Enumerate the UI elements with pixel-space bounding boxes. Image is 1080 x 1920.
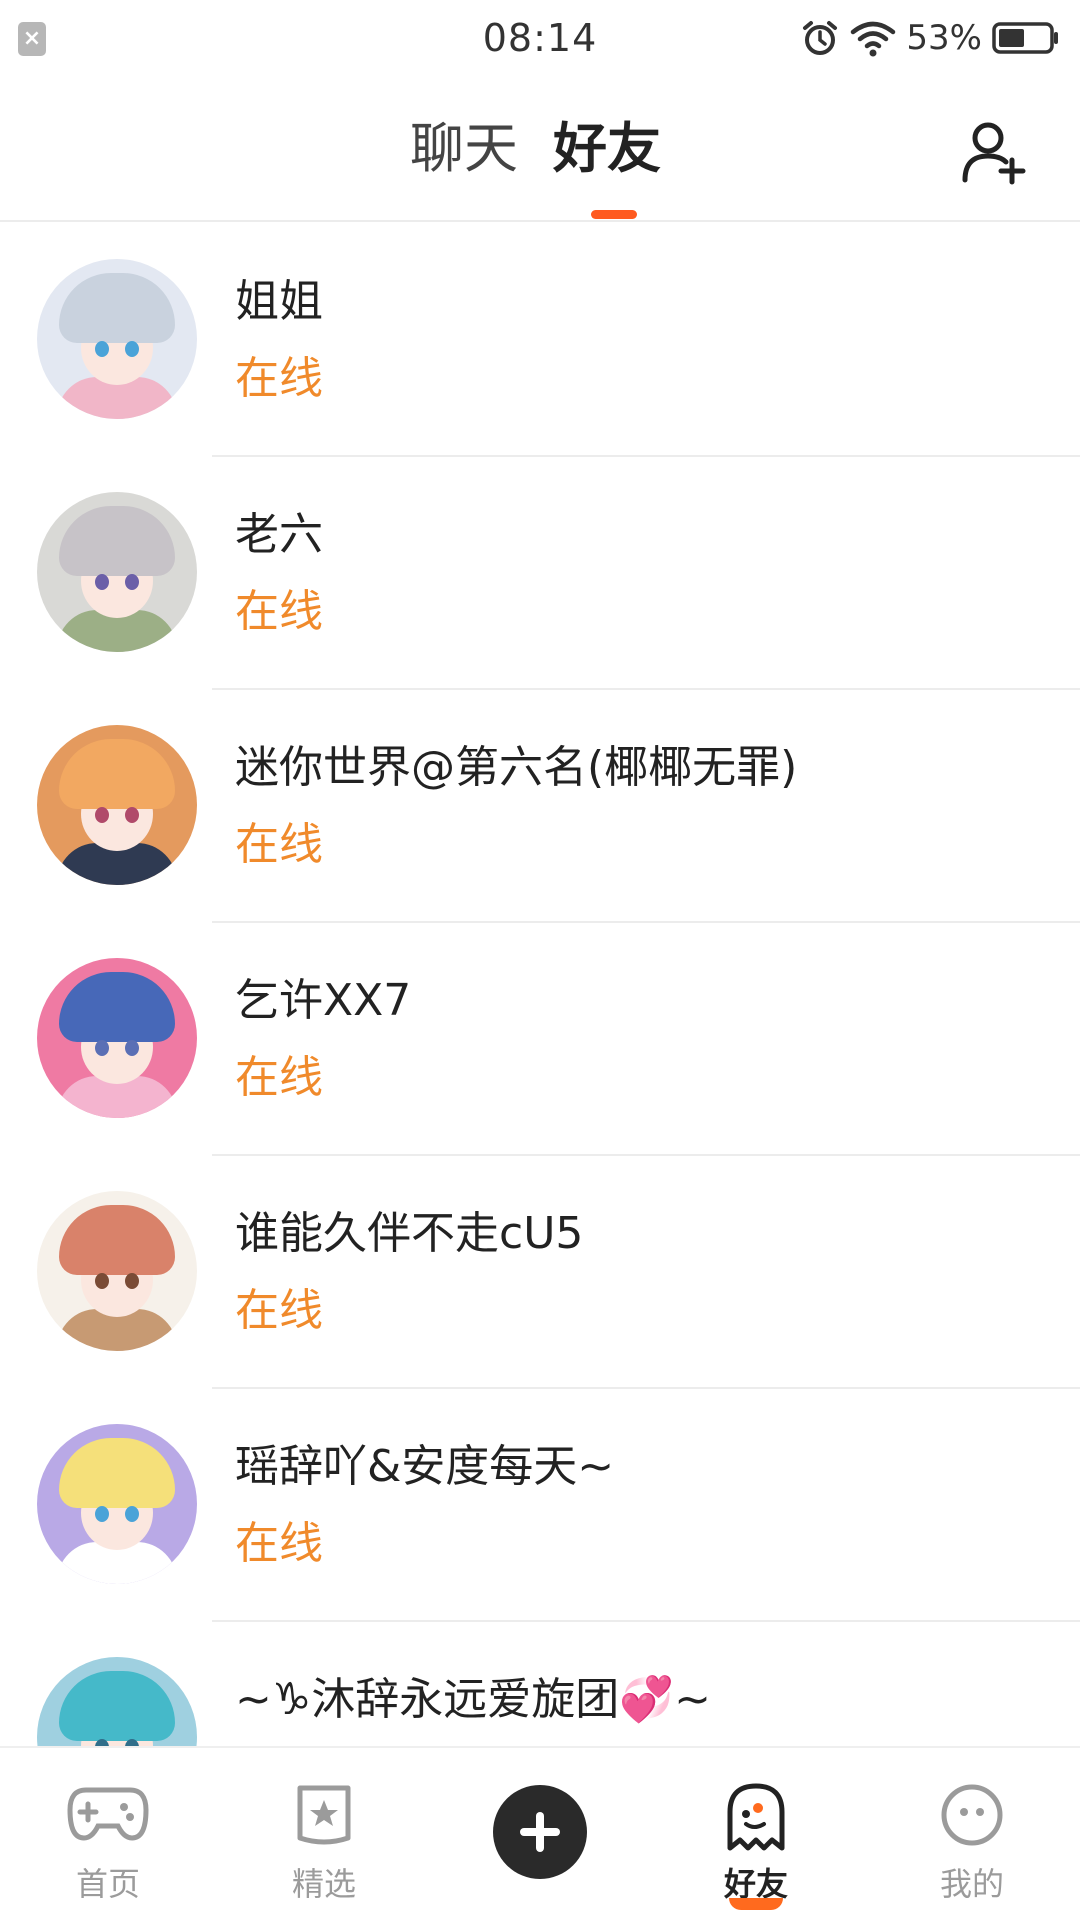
avatar-hair (59, 506, 175, 576)
friend-avatar[interactable] (37, 1657, 197, 1746)
tab-chat[interactable]: 聊天 (410, 114, 518, 184)
friend-name: 老六 (235, 509, 323, 560)
friend-row[interactable]: 谁能久伴不走cU5 在线 (0, 1156, 1080, 1389)
nav-label-me: 我的 (939, 1865, 1004, 1903)
nav-home[interactable]: 首页 (0, 1748, 216, 1920)
friend-avatar[interactable] (37, 1424, 197, 1584)
status-bar: × 08:14 53% (0, 0, 1080, 76)
avatar-hair (59, 972, 175, 1042)
friend-status: 在线 (235, 586, 323, 637)
friend-avatar[interactable] (37, 725, 197, 885)
alarm-icon (803, 21, 838, 55)
create-plus-button[interactable] (493, 1785, 587, 1879)
avatar-eye (125, 574, 139, 590)
friend-avatar[interactable] (37, 958, 197, 1118)
avatar-eye (125, 1506, 139, 1522)
friend-name: 乞许XX7 (235, 975, 412, 1026)
friend-avatar[interactable] (37, 492, 197, 652)
gamepad-icon (67, 1787, 149, 1841)
active-nav-indicator (729, 1898, 783, 1910)
face-icon (941, 1784, 1003, 1846)
friend-name: 姐姐 (235, 276, 323, 327)
add-user-icon[interactable] (960, 118, 1030, 188)
avatar-eye (95, 1273, 109, 1289)
nav-friends[interactable]: 好友 (648, 1748, 864, 1920)
avatar-eye (95, 1506, 109, 1522)
friend-status: 在线 (235, 1285, 323, 1336)
avatar-hair (59, 739, 175, 809)
friend-avatar[interactable] (37, 259, 197, 419)
star-bookmark-icon (297, 1785, 351, 1845)
bottom-nav: 首页 精选 好友 我的 (0, 1746, 1080, 1920)
friend-name: ~♑沐辞永远爱旋团💞~ (235, 1674, 711, 1725)
friend-row[interactable]: 姐姐 在线 (0, 224, 1080, 457)
friend-name: 瑶辞吖&安度每天~ (235, 1441, 615, 1492)
avatar-eye (95, 341, 109, 357)
avatar-hair (59, 1671, 175, 1741)
status-icons: 53% (800, 14, 1060, 62)
app-screen: × 08:14 53% 聊天 好友 姐姐 在线 老六 在线 迷你世界@第六名(椰… (0, 0, 1080, 1920)
avatar-eye (125, 1273, 139, 1289)
battery-icon (992, 22, 1058, 54)
friend-status: 在线 (235, 1052, 323, 1103)
battery-percent: 53% (906, 18, 982, 58)
friend-row[interactable]: 迷你世界@第六名(椰椰无罪) 在线 (0, 690, 1080, 923)
friend-status: 在线 (235, 819, 323, 870)
avatar-eye (95, 1040, 109, 1056)
nav-me[interactable]: 我的 (864, 1748, 1080, 1920)
avatar-hair (59, 1205, 175, 1275)
friend-row[interactable]: 老六 在线 (0, 457, 1080, 690)
friend-status: 在线 (235, 353, 323, 404)
friend-avatar[interactable] (37, 1191, 197, 1351)
nav-label-featured: 精选 (291, 1865, 356, 1903)
friend-status: 在线 (235, 1518, 323, 1569)
avatar-eye (95, 807, 109, 823)
avatar-hair (59, 1438, 175, 1508)
top-header: 聊天 好友 (0, 76, 1080, 222)
avatar-hair (59, 273, 175, 343)
friend-row[interactable]: ~♑沐辞永远爱旋团💞~ 在线 (0, 1622, 1080, 1746)
active-tab-indicator (591, 210, 637, 219)
avatar-eye (125, 807, 139, 823)
nav-featured[interactable]: 精选 (216, 1748, 432, 1920)
friend-name: 谁能久伴不走cU5 (235, 1208, 584, 1259)
avatar-eye (95, 574, 109, 590)
tab-friends[interactable]: 好友 (553, 114, 661, 184)
friend-name: 迷你世界@第六名(椰椰无罪) (235, 742, 798, 793)
avatar-eye (125, 341, 139, 357)
ghost-icon (727, 1783, 785, 1851)
avatar-eye (125, 1040, 139, 1056)
friend-row[interactable]: 乞许XX7 在线 (0, 923, 1080, 1156)
wifi-icon (851, 21, 896, 57)
nav-label-home: 首页 (75, 1865, 140, 1903)
friend-row[interactable]: 瑶辞吖&安度每天~ 在线 (0, 1389, 1080, 1622)
friend-list: 姐姐 在线 老六 在线 迷你世界@第六名(椰椰无罪) 在线 乞许XX7 在线 谁… (0, 224, 1080, 1746)
